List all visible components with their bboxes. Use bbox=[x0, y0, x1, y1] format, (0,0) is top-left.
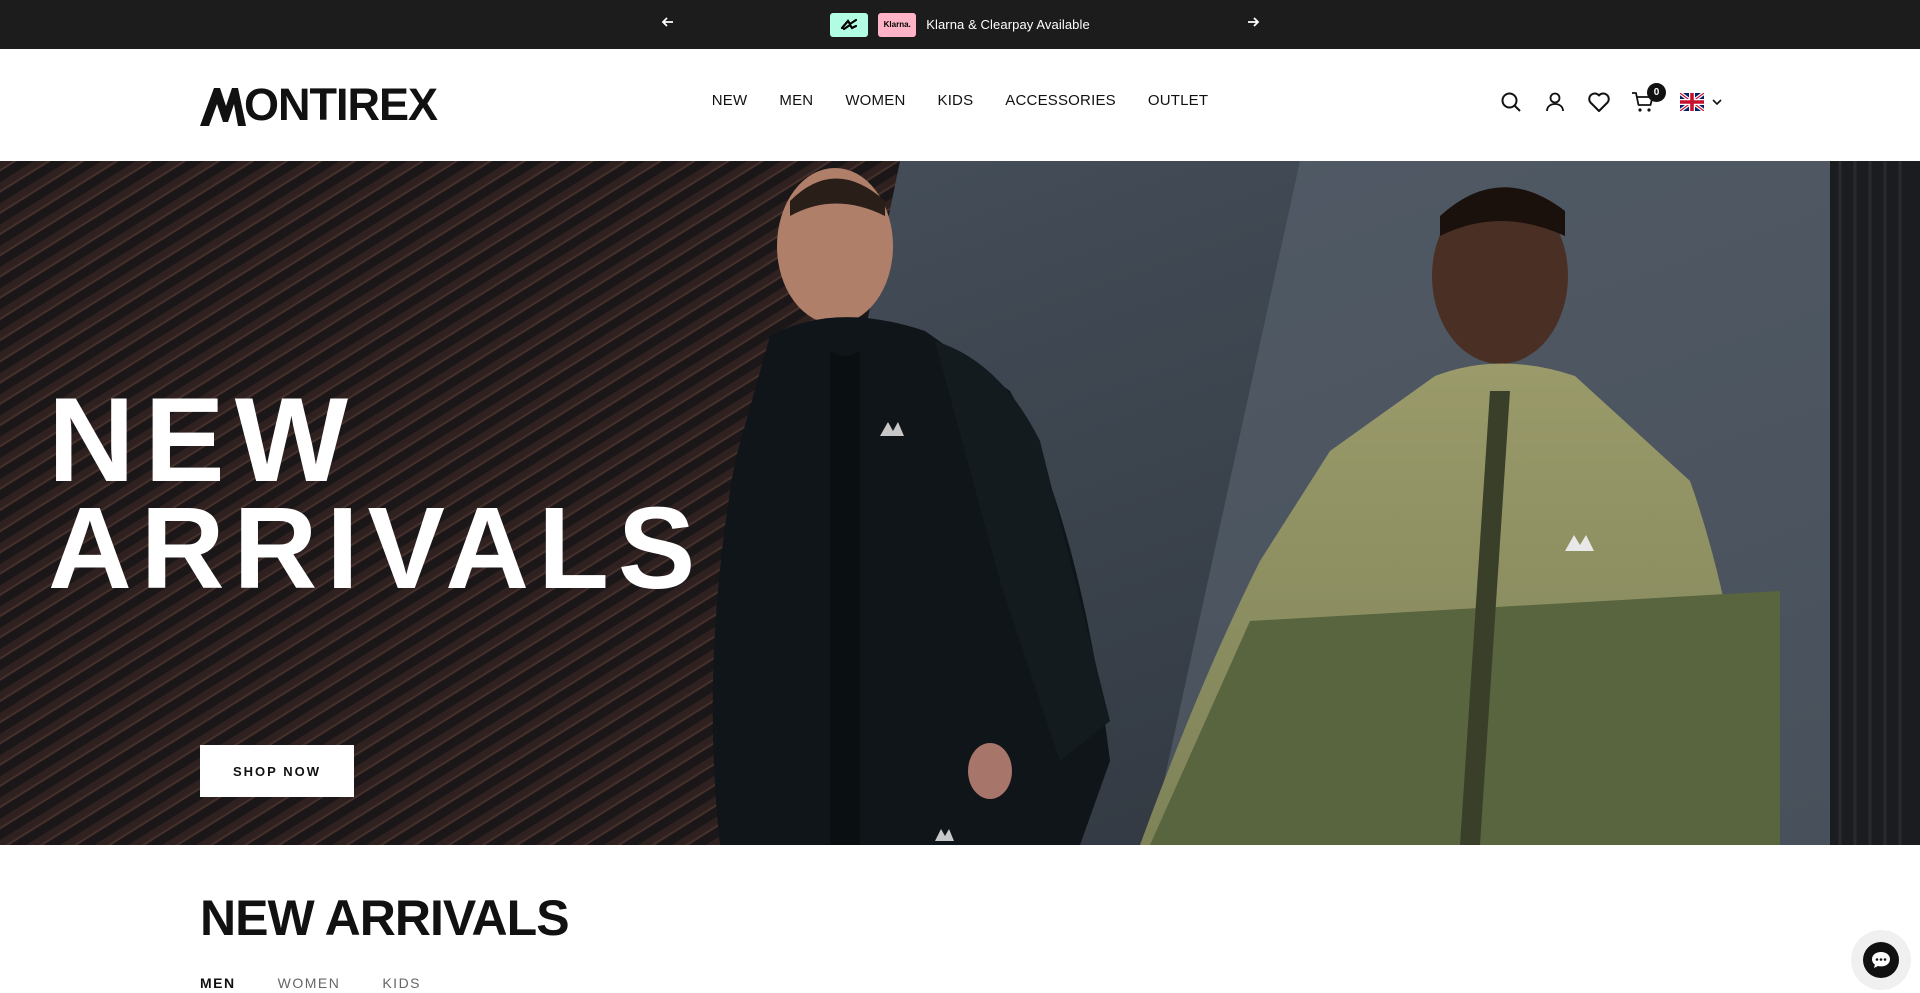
wishlist-heart-icon[interactable] bbox=[1586, 89, 1612, 115]
announcement-message: Klarna. Klarna & Clearpay Available bbox=[830, 12, 1090, 37]
tab-kids[interactable]: KIDS bbox=[382, 975, 421, 991]
nav-outlet[interactable]: OUTLET bbox=[1148, 92, 1208, 109]
tab-women[interactable]: WOMEN bbox=[278, 975, 341, 991]
chat-bubble-icon bbox=[1863, 942, 1899, 978]
hero-heading: NEW ARRIVALS bbox=[48, 373, 705, 613]
nav-accessories[interactable]: ACCESSORIES bbox=[1005, 92, 1116, 109]
klarna-badge: Klarna. bbox=[878, 12, 917, 37]
arrow-right-icon[interactable] bbox=[1241, 13, 1265, 37]
chevron-down-icon bbox=[1712, 98, 1722, 105]
shop-now-button[interactable]: SHOP NOW bbox=[200, 745, 354, 797]
account-icon[interactable] bbox=[1542, 89, 1568, 115]
header-actions: 0 bbox=[1498, 83, 1722, 115]
nav-kids[interactable]: KIDS bbox=[937, 92, 973, 109]
hero-heading-line2: ARRIVALS bbox=[48, 483, 705, 613]
site-header: ONTIREX NEW MEN WOMEN KIDS ACCESSORIES O… bbox=[0, 49, 1920, 161]
tab-men[interactable]: MEN bbox=[200, 975, 236, 991]
uk-flag-icon bbox=[1680, 93, 1704, 111]
locale-selector[interactable] bbox=[1680, 93, 1722, 111]
cart-count-badge: 0 bbox=[1647, 83, 1666, 102]
nav-women[interactable]: WOMEN bbox=[845, 92, 905, 109]
clearpay-badge bbox=[830, 12, 869, 37]
cart-icon[interactable]: 0 bbox=[1630, 83, 1666, 115]
search-icon[interactable] bbox=[1498, 89, 1524, 115]
arrow-left-icon[interactable] bbox=[656, 13, 680, 37]
chat-widget-button[interactable] bbox=[1851, 930, 1911, 990]
hero-banner[interactable]: NEW ARRIVALS SHOP NOW bbox=[0, 161, 1920, 845]
nav-new[interactable]: NEW bbox=[712, 92, 748, 109]
hero-heading-line1: NEW bbox=[48, 373, 358, 507]
section-title: NEW ARRIVALS bbox=[200, 890, 570, 946]
nav-men[interactable]: MEN bbox=[779, 92, 813, 109]
announcement-bar: Klarna. Klarna & Clearpay Available bbox=[0, 0, 1920, 49]
category-tabs: MEN WOMEN KIDS bbox=[200, 975, 421, 991]
announcement-text: Klarna & Clearpay Available bbox=[926, 17, 1090, 32]
